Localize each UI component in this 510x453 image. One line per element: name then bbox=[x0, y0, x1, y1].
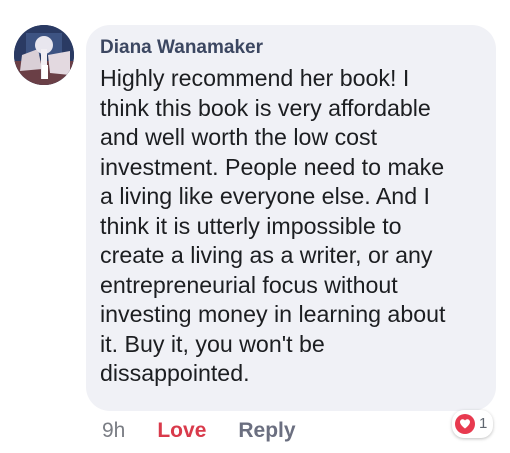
comment-timestamp[interactable]: 9h bbox=[102, 419, 125, 443]
love-button[interactable]: Love bbox=[157, 419, 206, 443]
comment-bubble: Diana Wanamaker Highly recommend her boo… bbox=[86, 25, 496, 411]
profile-photo-icon bbox=[14, 25, 74, 85]
comment-text: Highly recommend her book! I think this … bbox=[100, 65, 446, 386]
comment-actions: 9h Love Reply bbox=[86, 416, 296, 446]
reaction-summary[interactable]: 1 bbox=[452, 410, 494, 438]
avatar[interactable] bbox=[14, 25, 74, 85]
reply-button[interactable]: Reply bbox=[238, 419, 295, 443]
author-name[interactable]: Diana Wanamaker bbox=[100, 36, 482, 60]
reaction-count: 1 bbox=[479, 415, 488, 432]
heart-icon bbox=[455, 414, 475, 434]
